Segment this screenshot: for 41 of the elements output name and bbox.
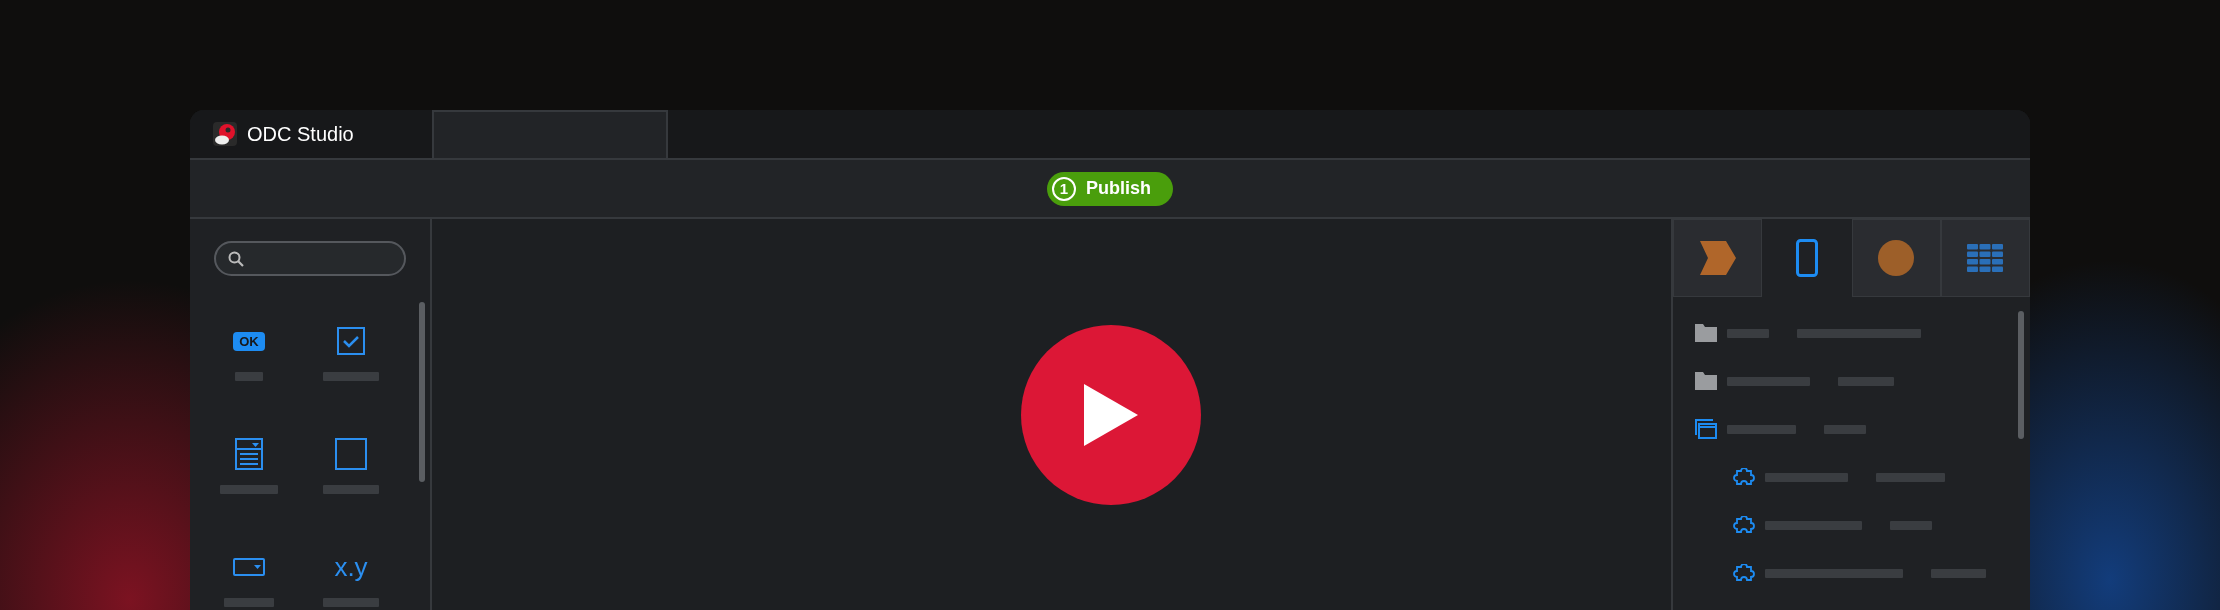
list-icon xyxy=(235,438,263,470)
panel-tab[interactable] xyxy=(1940,219,2030,297)
publish-count: 1 xyxy=(1052,176,1076,201)
placeholder-bar xyxy=(235,372,263,381)
chevron-icon xyxy=(1699,241,1736,275)
placeholder-bar xyxy=(323,598,379,607)
phone-icon xyxy=(1795,239,1818,277)
panel-tab[interactable] xyxy=(1851,219,1941,297)
play-icon xyxy=(1083,383,1138,446)
circle-icon xyxy=(1878,240,1915,276)
table-icon xyxy=(1967,244,2004,272)
placeholder-bar xyxy=(1838,376,1894,386)
puzzle-icon xyxy=(1733,468,1755,486)
scrollbar[interactable] xyxy=(419,302,425,482)
square-icon xyxy=(335,438,367,470)
puzzle-icon xyxy=(1733,516,1755,534)
checkbox-icon xyxy=(337,327,365,355)
placeholder-bar xyxy=(323,372,379,381)
placeholder-bar xyxy=(1824,424,1866,434)
placeholder-bar xyxy=(1727,424,1796,434)
expression-widget-icon: x.y xyxy=(334,551,368,583)
publish-button[interactable]: 1 Publish xyxy=(1047,171,1173,206)
app-title: ODC Studio xyxy=(247,122,354,146)
folder-icon xyxy=(1695,324,1717,342)
search-icon xyxy=(228,250,244,267)
search-field[interactable] xyxy=(214,241,406,276)
puzzle-icon xyxy=(1733,564,1755,582)
placeholder-bar xyxy=(224,598,274,607)
placeholder-bar xyxy=(1890,520,1932,530)
placeholder-bar xyxy=(1876,472,1945,482)
placeholder-bar xyxy=(1727,328,1769,338)
button-widget-icon: OK xyxy=(233,331,265,351)
folder-icon xyxy=(1695,372,1717,390)
scrollbar[interactable] xyxy=(2018,311,2024,439)
placeholder-bar xyxy=(323,485,379,494)
dropdown-icon xyxy=(233,558,265,576)
panel-tab[interactable] xyxy=(1673,219,1763,297)
windows-icon xyxy=(1695,419,1717,439)
placeholder-bar xyxy=(220,485,278,494)
placeholder-bar xyxy=(1931,568,1986,578)
app-logo-icon xyxy=(213,122,237,146)
